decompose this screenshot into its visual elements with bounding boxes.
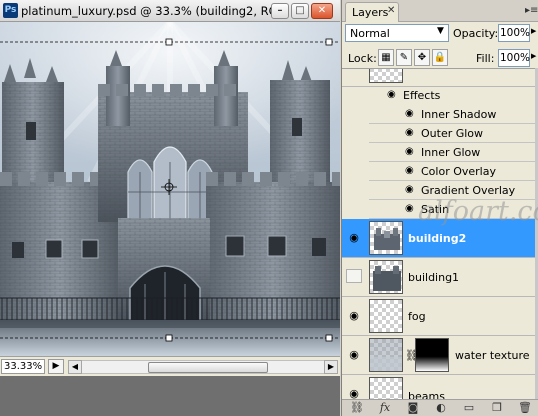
lock-all-icon[interactable]: 🔒 — [432, 49, 448, 66]
layers-panel-footer: ⛓ fx ◙ ◐ ▭ ❐ 🗑 — [342, 399, 538, 416]
effect-name: Satin — [421, 203, 450, 216]
eye-icon[interactable]: ◉ — [346, 309, 362, 323]
layer-row-fog[interactable]: ◉ fog — [342, 297, 535, 336]
effect-row[interactable]: ◉ Gradient Overlay — [369, 181, 535, 200]
lock-transparent-pixels-icon[interactable]: ▦ — [378, 49, 394, 66]
effect-row[interactable]: ◉ Outer Glow — [369, 124, 535, 143]
photoshop-window: Ps platinum_luxury.psd @ 33.3% (building… — [0, 0, 538, 416]
workspace-background — [0, 376, 340, 416]
zoom-level-field[interactable]: 33.33% — [1, 359, 45, 374]
fill-label: Fill: — [476, 52, 495, 65]
fill-field[interactable]: 100% — [498, 49, 530, 67]
castle-image[interactable] — [0, 22, 340, 356]
eye-icon[interactable]: ◉ — [346, 231, 362, 245]
layer-row-water-texture[interactable]: ◉ ⛓ water texture — [342, 336, 535, 375]
tab-layers-label: Layers — [352, 6, 389, 19]
eye-icon[interactable]: ◉ — [405, 184, 414, 195]
opacity-slider-arrow-icon[interactable]: ▶ — [531, 27, 536, 35]
effects-label: Effects — [403, 89, 441, 102]
minimize-button[interactable]: – — [271, 3, 289, 19]
panel-menu-icon[interactable]: ▸≡ — [525, 5, 538, 16]
lock-position-icon[interactable]: ✥ — [414, 49, 430, 66]
fill-slider-arrow-icon[interactable]: ▶ — [531, 52, 536, 60]
effect-row[interactable]: ◉ Satin — [369, 200, 535, 219]
eye-icon[interactable]: ◉ — [346, 348, 362, 362]
scroll-track[interactable] — [82, 360, 324, 374]
effect-name: Inner Shadow — [421, 108, 497, 121]
mask-icon[interactable]: ◙ — [404, 401, 422, 416]
effects-header[interactable]: ◉ Effects — [369, 86, 535, 105]
status-menu-button[interactable]: ▶ — [48, 359, 64, 374]
layer-row-building1[interactable]: building1 — [342, 258, 535, 297]
layer-thumbnail — [369, 338, 403, 372]
effect-name: Gradient Overlay — [421, 184, 516, 197]
effect-name: Inner Glow — [421, 146, 481, 159]
document-status-bar: 33.33% ▶ ◀ ▶ — [0, 356, 340, 376]
horizontal-scrollbar[interactable]: ◀ ▶ — [68, 360, 338, 374]
document-title-bar[interactable]: Ps platinum_luxury.psd @ 33.3% (building… — [0, 0, 340, 22]
layer-thumbnail — [369, 221, 403, 255]
fx-icon[interactable]: fx — [376, 401, 394, 416]
effect-row[interactable]: ◉ Inner Shadow — [369, 105, 535, 124]
layer-thumbnail — [369, 69, 403, 83]
eye-icon[interactable]: ◉ — [405, 146, 414, 157]
layer-name: building2 — [408, 232, 467, 245]
maximize-button[interactable]: □ — [291, 3, 309, 19]
tab-layers[interactable]: Layers ✕ — [345, 2, 399, 22]
scroll-thumb[interactable] — [148, 362, 268, 373]
effect-row[interactable]: ◉ Inner Glow — [369, 143, 535, 162]
panel-tab-bar: Layers ✕ ▸≡ — [342, 0, 538, 22]
layer-name: fog — [408, 310, 426, 323]
eye-icon[interactable]: ◉ — [405, 108, 414, 119]
opacity-label: Opacity: — [453, 27, 499, 40]
adjustment-icon[interactable]: ◐ — [432, 401, 450, 416]
scroll-left-button[interactable]: ◀ — [68, 360, 82, 374]
layer-thumbnail — [369, 377, 403, 399]
eye-icon[interactable]: ◉ — [405, 203, 414, 214]
layer-row-partial[interactable] — [342, 69, 535, 87]
layer-thumbnail — [369, 260, 403, 294]
new-layer-icon[interactable]: ❐ — [488, 401, 506, 416]
blend-mode-select[interactable]: Normal ▼ — [345, 24, 449, 42]
layer-row-building2[interactable]: ◉ building2 — [342, 219, 535, 258]
effect-row[interactable]: ◉ Color Overlay — [369, 162, 535, 181]
folder-icon[interactable]: ▭ — [460, 401, 478, 416]
layer-list[interactable]: ◉ Effects ◉ Inner Shadow ◉ Outer Glow ◉ … — [342, 68, 535, 399]
blend-mode-value: Normal — [350, 27, 390, 40]
layer-thumbnail — [369, 299, 403, 333]
opacity-field[interactable]: 100% — [498, 24, 530, 42]
layer-row-beams[interactable]: ◉ beams — [342, 375, 535, 399]
layer-name: building1 — [408, 271, 460, 284]
layer-name: water texture — [455, 349, 530, 362]
document-title: platinum_luxury.psd @ 33.3% (building2, … — [21, 4, 271, 18]
close-button[interactable]: ✕ — [311, 3, 333, 19]
link-icon[interactable]: ⛓ — [348, 401, 366, 416]
eye-icon[interactable]: ◉ — [346, 387, 362, 399]
layer-mask-thumbnail[interactable] — [415, 338, 449, 372]
close-icon[interactable]: ✕ — [387, 5, 395, 16]
lock-label: Lock: — [348, 52, 377, 65]
visibility-toggle[interactable] — [346, 269, 362, 283]
eye-icon[interactable]: ◉ — [387, 89, 396, 100]
effect-name: Outer Glow — [421, 127, 484, 140]
eye-icon[interactable]: ◉ — [405, 165, 414, 176]
scroll-right-button[interactable]: ▶ — [324, 360, 338, 374]
lock-image-pixels-icon[interactable]: ✎ — [396, 49, 412, 66]
trash-icon[interactable]: 🗑 — [516, 401, 534, 416]
chevron-down-icon: ▼ — [437, 26, 444, 36]
eye-icon[interactable]: ◉ — [405, 127, 414, 138]
canvas[interactable] — [0, 22, 340, 356]
layer-name: beams — [408, 390, 445, 399]
photoshop-app-icon: Ps — [3, 3, 18, 18]
document-window: Ps platinum_luxury.psd @ 33.3% (building… — [0, 0, 340, 416]
layers-panel: Layers ✕ ▸≡ Normal ▼ Opacity: 100% ▶ Loc… — [341, 0, 538, 416]
effect-name: Color Overlay — [421, 165, 496, 178]
